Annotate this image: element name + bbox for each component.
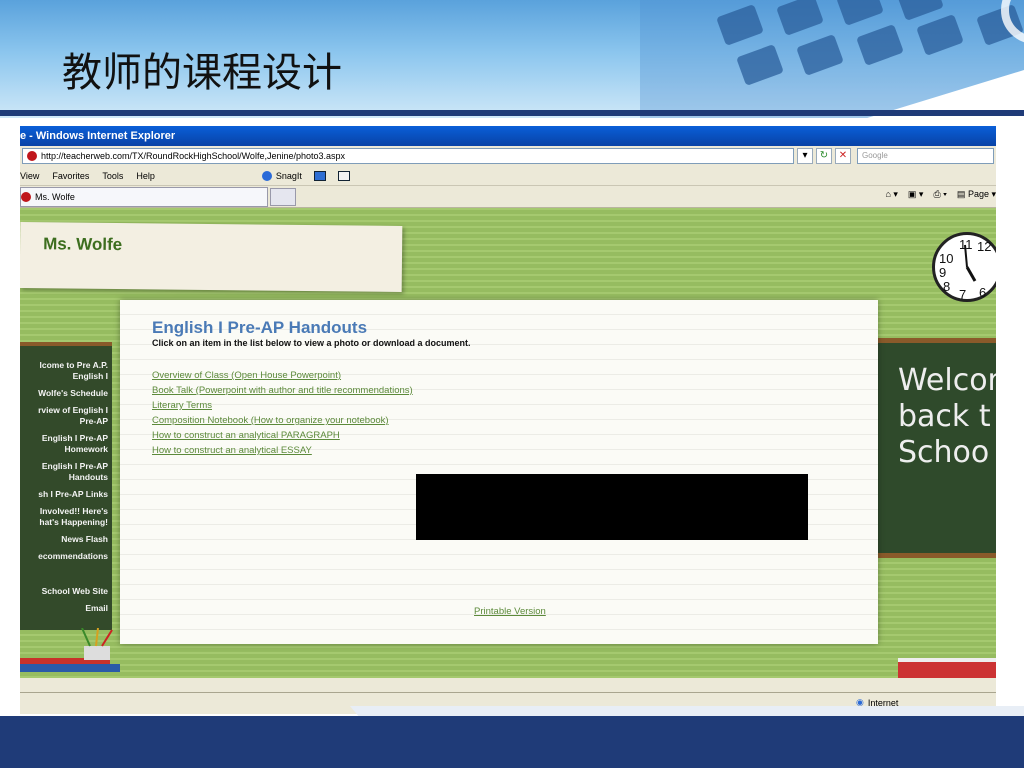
nav-item-email[interactable]: Email [20,603,108,614]
nav-item-get-involved[interactable]: Involved!! Here's hat's Happening! [20,506,108,528]
menu-help[interactable]: Help [136,171,155,181]
page-heading: English I Pre-AP Handouts [152,318,368,337]
page-viewport: Ms. Wolfe 11 12 10 9 8 7 6 Welcom back [20,208,996,678]
site-name: Ms. Wolfe [43,234,123,255]
slide-footer [0,716,1024,768]
nav-item-overview[interactable]: rview of English I Pre-AP [20,405,108,427]
tab-ms-wolfe[interactable]: Ms. Wolfe [20,186,268,207]
nav-item-news-flash[interactable]: News Flash [20,534,108,545]
capture-icon[interactable] [313,170,326,181]
nav-item-welcome[interactable]: lcome to Pre A.P. English I [20,360,109,382]
apple-icon [27,151,37,161]
menu-favorites[interactable]: Favorites [52,171,89,181]
new-tab-button[interactable] [270,187,296,206]
handout-links: Overview of Class (Open House Powerpoint… [152,368,413,458]
link-analytical-essay[interactable]: How to construct an analytical ESSAY [152,443,413,458]
snagit-icon [261,170,272,181]
link-analytical-paragraph[interactable]: How to construct an analytical PARAGRAPH [152,428,413,443]
link-literary-terms[interactable]: Literary Terms [152,398,413,413]
site-navigation: lcome to Pre A.P. English I Wolfe's Sched… [20,360,108,620]
nav-item-recommendations[interactable]: ecommendations [20,551,108,562]
home-icon[interactable]: ⌂ ▾ [885,189,897,200]
clock-image: 11 12 10 9 8 7 6 [932,232,996,302]
slide: 教师的课程设计 e - Windows Internet Explorer ht… [0,0,1024,768]
link-overview-of-class[interactable]: Overview of Class (Open House Powerpoint… [152,368,413,383]
books-and-pencils-image [20,628,120,672]
right-chalkboard: Welcom back t Schoo [878,338,996,558]
apple-icon [21,191,31,202]
command-bar: ⌂ ▾ ▣ ▾ ⎙ ▾ ▤ Page ▾ [885,189,996,200]
welcome-back-chalk-text: Welcom back t Schoo [898,363,996,471]
nav-item-school-web-site[interactable]: School Web Site [20,586,108,597]
tab-bar: Ms. Wolfe ⌂ ▾ ▣ ▾ ⎙ ▾ ▤ Page ▾ [20,186,996,208]
books-image [898,658,996,678]
welcome-line: back t [898,399,991,434]
nav-item-handouts[interactable]: English I Pre-AP Handouts [20,461,108,483]
print-icon[interactable]: ⎙ ▾ [933,189,946,200]
nav-item-homework[interactable]: English I Pre-AP Homework [20,433,108,455]
address-bar: http://teacherweb.com/TX/RoundRockHighSc… [20,146,996,166]
header-rule [0,110,1024,116]
welcome-line: Schoo [898,435,990,470]
name-card: Ms. Wolfe [20,222,403,292]
page-instruction: Click on an item in the list below to vi… [152,338,471,348]
feeds-icon[interactable]: ▣ ▾ [908,189,924,200]
nav-item-schedule[interactable]: Wolfe's Schedule [20,388,108,399]
content-panel: English I Pre-AP Handouts Click on an it… [120,300,878,644]
menu-view[interactable]: View [20,171,39,181]
stop-icon[interactable]: ✕ [835,148,851,164]
browser-window: e - Windows Internet Explorer http://tea… [20,126,996,714]
slide-header: 教师的课程设计 [0,0,1024,118]
link-book-talk[interactable]: Book Talk (Powerpoint with author and ti… [152,383,413,398]
snagit-label: SnagIt [275,170,302,181]
slide-title: 教师的课程设计 [62,50,342,96]
menu-tools[interactable]: Tools [102,171,123,181]
page-menu[interactable]: ▤ Page ▾ [957,189,996,200]
refresh-icon[interactable]: ↻ [816,148,832,164]
menu-bar: View Favorites Tools Help SnagIt [20,166,996,186]
clock-hands [964,244,977,282]
link-composition-notebook[interactable]: Composition Notebook (How to organize yo… [152,413,413,428]
snagit-button[interactable]: SnagIt [261,170,350,181]
printable-version-link[interactable]: Printable Version [474,606,546,617]
window-title: e - Windows Internet Explorer [20,126,996,146]
page-menu-label: Page [967,189,989,199]
redaction-box [416,474,808,540]
welcome-line: Welcom [898,363,996,398]
tab-label: Ms. Wolfe [35,191,75,202]
nav-item-links[interactable]: sh I Pre-AP Links [20,489,108,500]
url-input[interactable]: http://teacherweb.com/TX/RoundRockHighSc… [22,148,794,164]
search-input[interactable]: Google [857,148,994,164]
dropdown-arrow-icon[interactable]: ▾ [797,148,813,164]
editor-icon[interactable] [337,170,350,181]
url-text: http://teacherweb.com/TX/RoundRockHighSc… [41,151,346,161]
